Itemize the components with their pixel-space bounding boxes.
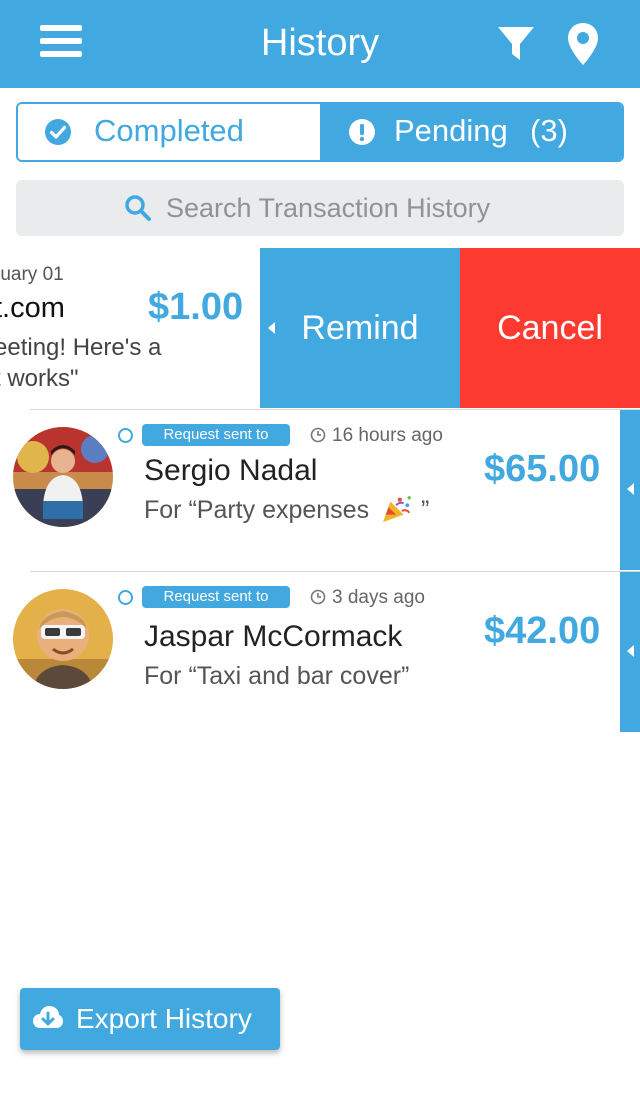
- swipe-handle[interactable]: [620, 410, 640, 570]
- search-input[interactable]: [166, 186, 606, 230]
- transaction-note-line1: eeting! Here's a: [0, 334, 162, 361]
- caret-left-icon: [268, 322, 275, 334]
- unread-indicator: [118, 590, 133, 605]
- status-badge: Request sent to: [142, 586, 290, 608]
- transaction-note-line2: t works": [0, 365, 79, 392]
- remind-label: Remind: [301, 309, 419, 347]
- cloud-download-icon: [33, 1006, 63, 1028]
- transaction-time: 16 hours ago: [332, 425, 443, 446]
- caret-left-icon: [627, 645, 634, 657]
- transaction-name: Sergio Nadal: [144, 454, 318, 487]
- history-tabs: Completed Pending (3): [16, 102, 624, 162]
- unread-indicator: [118, 428, 133, 443]
- transaction-amount: $42.00: [484, 610, 601, 652]
- tab-completed[interactable]: Completed: [18, 104, 320, 160]
- transaction-note: For “Party expenses ”: [144, 494, 429, 525]
- transaction-row[interactable]: Request sent to 16 hours ago Sergio Nada…: [0, 410, 640, 570]
- clock-icon: [310, 427, 326, 443]
- transaction-time: 3 days ago: [332, 587, 425, 608]
- transaction-name: Jaspar McCormack: [144, 620, 403, 653]
- search-icon: [125, 195, 151, 221]
- pending-count: (3): [530, 113, 568, 148]
- clock-icon: [310, 589, 326, 605]
- location-pin-icon[interactable]: [566, 22, 600, 66]
- transaction-note-text: For “Party expenses: [144, 496, 370, 524]
- search-bar: [16, 180, 624, 236]
- transaction-row[interactable]: Request sent to 3 days ago Jaspar McCorm…: [0, 572, 640, 732]
- party-popper-icon: [382, 496, 411, 523]
- tab-pending-label: Pending: [394, 113, 508, 148]
- transaction-amount: $65.00: [484, 448, 601, 490]
- export-history-button[interactable]: Export History: [20, 988, 280, 1050]
- remind-button[interactable]: Remind: [260, 248, 460, 408]
- tab-pending[interactable]: Pending (3): [320, 104, 622, 160]
- hamburger-icon[interactable]: [40, 25, 82, 61]
- transaction-name: t.com: [0, 292, 65, 324]
- cancel-label: Cancel: [497, 309, 603, 347]
- transaction-date: ruary 01: [0, 264, 64, 285]
- swiped-transaction-row[interactable]: ruary 01 t.com eeting! Here's a t works"…: [0, 248, 640, 408]
- transaction-amount: $1.00: [148, 286, 244, 328]
- transaction-note: eeting! Here's a t works": [0, 332, 161, 394]
- cancel-button[interactable]: Cancel: [460, 248, 640, 408]
- transaction-note-end: ”: [421, 496, 430, 524]
- transaction-note: For “Taxi and bar cover”: [144, 662, 410, 690]
- swipe-handle[interactable]: [620, 572, 640, 732]
- status-badge: Request sent to: [142, 424, 290, 446]
- page-title: History: [260, 22, 380, 64]
- caret-left-icon: [627, 483, 634, 495]
- tab-completed-label: Completed: [94, 113, 244, 148]
- avatar: [13, 427, 113, 527]
- app-header: History: [0, 0, 640, 88]
- check-circle-icon: [45, 119, 71, 145]
- exclamation-circle-icon: [349, 119, 375, 145]
- avatar: [13, 589, 113, 689]
- filter-icon[interactable]: [496, 24, 536, 64]
- export-history-label: Export History: [76, 1003, 252, 1034]
